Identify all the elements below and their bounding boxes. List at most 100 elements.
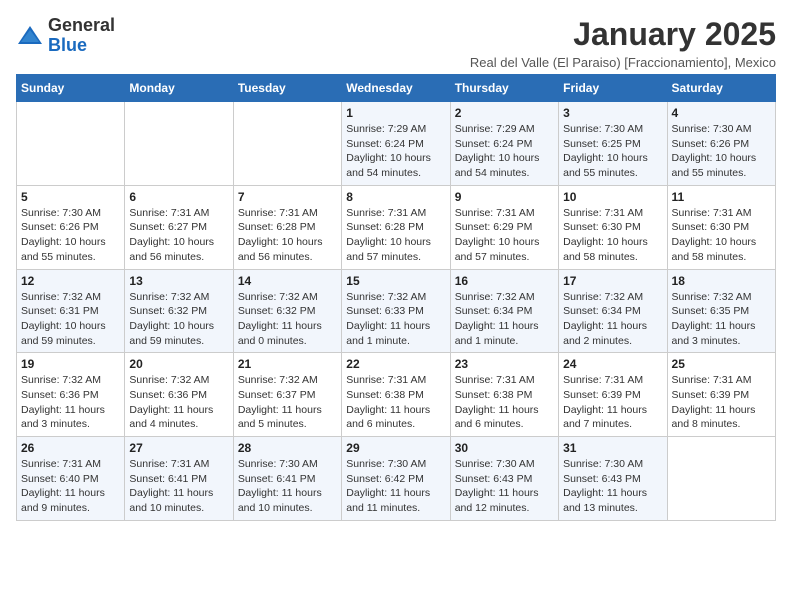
day-number: 2 <box>455 106 554 120</box>
calendar-cell: 3 Sunrise: 7:30 AM Sunset: 6:25 PM Daylig… <box>559 102 667 186</box>
calendar-week-row: 19 Sunrise: 7:32 AM Sunset: 6:36 PM Dayli… <box>17 353 776 437</box>
logo-icon <box>16 22 44 50</box>
calendar-cell: 23 Sunrise: 7:31 AM Sunset: 6:38 PM Dayli… <box>450 353 558 437</box>
calendar-cell: 22 Sunrise: 7:31 AM Sunset: 6:38 PM Dayli… <box>342 353 450 437</box>
calendar-title: January 2025 <box>470 16 776 53</box>
day-number: 15 <box>346 274 445 288</box>
calendar-cell: 21 Sunrise: 7:32 AM Sunset: 6:37 PM Dayli… <box>233 353 341 437</box>
day-info: Sunrise: 7:30 AM Sunset: 6:43 PM Dayligh… <box>563 457 662 516</box>
day-number: 13 <box>129 274 228 288</box>
calendar-cell: 18 Sunrise: 7:32 AM Sunset: 6:35 PM Dayli… <box>667 269 775 353</box>
calendar-cell: 12 Sunrise: 7:32 AM Sunset: 6:31 PM Dayli… <box>17 269 125 353</box>
calendar-cell: 25Sunrise: 7:31 AM Sunset: 6:39 PM Dayli… <box>667 353 775 437</box>
day-number: 17 <box>563 274 662 288</box>
day-number: 4 <box>672 106 771 120</box>
calendar-cell: 20Sunrise: 7:32 AM Sunset: 6:36 PM Dayli… <box>125 353 233 437</box>
day-info: Sunrise: 7:31 AM Sunset: 6:28 PM Dayligh… <box>238 206 337 265</box>
day-number: 14 <box>238 274 337 288</box>
calendar-cell: 28 Sunrise: 7:30 AM Sunset: 6:41 PM Dayli… <box>233 437 341 521</box>
calendar-cell: 16 Sunrise: 7:32 AM Sunset: 6:34 PM Dayli… <box>450 269 558 353</box>
day-number: 28 <box>238 441 337 455</box>
day-info: Sunrise: 7:30 AM Sunset: 6:43 PM Dayligh… <box>455 457 554 516</box>
calendar-cell: 6 Sunrise: 7:31 AM Sunset: 6:27 PM Daylig… <box>125 185 233 269</box>
column-header-friday: Friday <box>559 75 667 102</box>
calendar-cell <box>667 437 775 521</box>
day-number: 7 <box>238 190 337 204</box>
column-header-wednesday: Wednesday <box>342 75 450 102</box>
day-number: 10 <box>563 190 662 204</box>
column-header-sunday: Sunday <box>17 75 125 102</box>
day-number: 18 <box>672 274 771 288</box>
day-info: Sunrise: 7:31 AM Sunset: 6:27 PM Dayligh… <box>129 206 228 265</box>
day-info: Sunrise: 7:32 AM Sunset: 6:35 PM Dayligh… <box>672 290 771 349</box>
day-number: 12 <box>21 274 120 288</box>
day-number: 27 <box>129 441 228 455</box>
day-info: Sunrise: 7:30 AM Sunset: 6:26 PM Dayligh… <box>672 122 771 181</box>
calendar-header-row: SundayMondayTuesdayWednesdayThursdayFrid… <box>17 75 776 102</box>
day-number: 1 <box>346 106 445 120</box>
day-info: Sunrise: 7:30 AM Sunset: 6:41 PM Dayligh… <box>238 457 337 516</box>
day-info: Sunrise: 7:32 AM Sunset: 6:37 PM Dayligh… <box>238 373 337 432</box>
calendar-cell: 30 Sunrise: 7:30 AM Sunset: 6:43 PM Dayli… <box>450 437 558 521</box>
calendar-week-row: 1 Sunrise: 7:29 AM Sunset: 6:24 PM Daylig… <box>17 102 776 186</box>
calendar-cell: 8Sunrise: 7:31 AM Sunset: 6:28 PM Daylig… <box>342 185 450 269</box>
column-header-saturday: Saturday <box>667 75 775 102</box>
day-number: 11 <box>672 190 771 204</box>
day-info: Sunrise: 7:30 AM Sunset: 6:26 PM Dayligh… <box>21 206 120 265</box>
calendar-cell: 1 Sunrise: 7:29 AM Sunset: 6:24 PM Daylig… <box>342 102 450 186</box>
day-number: 19 <box>21 357 120 371</box>
logo: General Blue <box>16 16 115 56</box>
day-number: 21 <box>238 357 337 371</box>
calendar-week-row: 12 Sunrise: 7:32 AM Sunset: 6:31 PM Dayli… <box>17 269 776 353</box>
column-header-thursday: Thursday <box>450 75 558 102</box>
column-header-tuesday: Tuesday <box>233 75 341 102</box>
day-number: 3 <box>563 106 662 120</box>
day-number: 22 <box>346 357 445 371</box>
calendar-cell: 2Sunrise: 7:29 AM Sunset: 6:24 PM Daylig… <box>450 102 558 186</box>
calendar-cell: 14 Sunrise: 7:32 AM Sunset: 6:32 PM Dayli… <box>233 269 341 353</box>
day-number: 16 <box>455 274 554 288</box>
calendar-cell: 29Sunrise: 7:30 AM Sunset: 6:42 PM Dayli… <box>342 437 450 521</box>
day-info: Sunrise: 7:32 AM Sunset: 6:34 PM Dayligh… <box>455 290 554 349</box>
day-number: 30 <box>455 441 554 455</box>
day-info: Sunrise: 7:31 AM Sunset: 6:30 PM Dayligh… <box>672 206 771 265</box>
day-info: Sunrise: 7:30 AM Sunset: 6:25 PM Dayligh… <box>563 122 662 181</box>
calendar-cell: 10Sunrise: 7:31 AM Sunset: 6:30 PM Dayli… <box>559 185 667 269</box>
calendar-week-row: 5 Sunrise: 7:30 AM Sunset: 6:26 PM Daylig… <box>17 185 776 269</box>
day-number: 23 <box>455 357 554 371</box>
day-info: Sunrise: 7:31 AM Sunset: 6:38 PM Dayligh… <box>346 373 445 432</box>
calendar-week-row: 26Sunrise: 7:31 AM Sunset: 6:40 PM Dayli… <box>17 437 776 521</box>
calendar-cell <box>233 102 341 186</box>
calendar-cell: 7 Sunrise: 7:31 AM Sunset: 6:28 PM Daylig… <box>233 185 341 269</box>
day-number: 31 <box>563 441 662 455</box>
calendar-cell: 4 Sunrise: 7:30 AM Sunset: 6:26 PM Daylig… <box>667 102 775 186</box>
day-info: Sunrise: 7:31 AM Sunset: 6:39 PM Dayligh… <box>563 373 662 432</box>
day-info: Sunrise: 7:32 AM Sunset: 6:31 PM Dayligh… <box>21 290 120 349</box>
calendar-cell: 11 Sunrise: 7:31 AM Sunset: 6:30 PM Dayli… <box>667 185 775 269</box>
logo-blue: Blue <box>48 35 87 55</box>
calendar-cell: 13Sunrise: 7:32 AM Sunset: 6:32 PM Dayli… <box>125 269 233 353</box>
calendar-cell: 9 Sunrise: 7:31 AM Sunset: 6:29 PM Daylig… <box>450 185 558 269</box>
day-number: 6 <box>129 190 228 204</box>
day-info: Sunrise: 7:31 AM Sunset: 6:29 PM Dayligh… <box>455 206 554 265</box>
day-info: Sunrise: 7:31 AM Sunset: 6:40 PM Dayligh… <box>21 457 120 516</box>
day-number: 5 <box>21 190 120 204</box>
day-number: 9 <box>455 190 554 204</box>
day-number: 8 <box>346 190 445 204</box>
day-info: Sunrise: 7:31 AM Sunset: 6:38 PM Dayligh… <box>455 373 554 432</box>
day-info: Sunrise: 7:32 AM Sunset: 6:36 PM Dayligh… <box>21 373 120 432</box>
day-number: 20 <box>129 357 228 371</box>
day-info: Sunrise: 7:30 AM Sunset: 6:42 PM Dayligh… <box>346 457 445 516</box>
logo-text: General Blue <box>48 16 115 56</box>
calendar-cell: 5 Sunrise: 7:30 AM Sunset: 6:26 PM Daylig… <box>17 185 125 269</box>
calendar-cell: 27Sunrise: 7:31 AM Sunset: 6:41 PM Dayli… <box>125 437 233 521</box>
day-info: Sunrise: 7:32 AM Sunset: 6:32 PM Dayligh… <box>238 290 337 349</box>
page-header: General Blue January 2025 Real del Valle… <box>16 16 776 70</box>
day-info: Sunrise: 7:29 AM Sunset: 6:24 PM Dayligh… <box>346 122 445 181</box>
calendar-cell <box>125 102 233 186</box>
title-block: January 2025 Real del Valle (El Paraiso)… <box>470 16 776 70</box>
day-info: Sunrise: 7:31 AM Sunset: 6:39 PM Dayligh… <box>672 373 771 432</box>
calendar-cell <box>17 102 125 186</box>
calendar-table: SundayMondayTuesdayWednesdayThursdayFrid… <box>16 74 776 521</box>
calendar-cell: 26Sunrise: 7:31 AM Sunset: 6:40 PM Dayli… <box>17 437 125 521</box>
